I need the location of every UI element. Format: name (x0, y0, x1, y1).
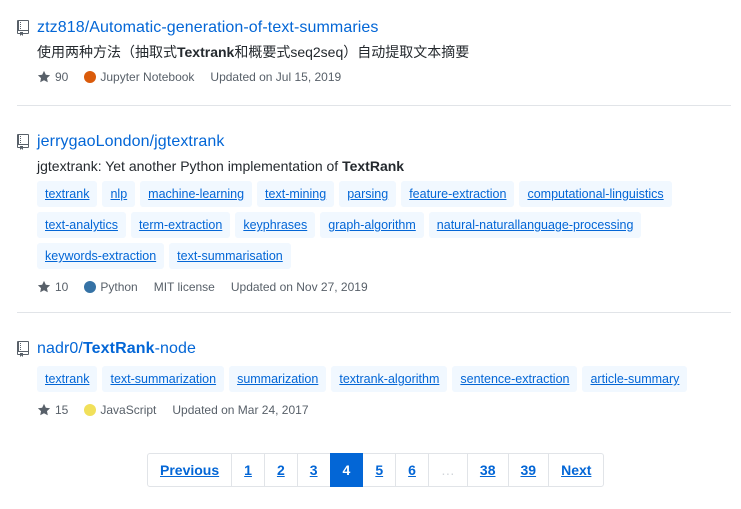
repo-updated: Updated on Nov 27, 2019 (230, 280, 368, 294)
repo-item: nadr0/TextRank-node textrank text-summar… (17, 339, 731, 419)
topic-tag[interactable]: feature-extraction (401, 181, 515, 207)
repo-link[interactable]: nadr0/TextRank-node (37, 340, 196, 358)
page-link-3[interactable]: 3 (296, 453, 331, 487)
star-icon (37, 403, 51, 416)
repo-meta: 90 Jupyter Notebook Updated on Jul 15, 2… (37, 68, 731, 86)
topic-tag[interactable]: nlp (102, 181, 136, 207)
topic-tag[interactable]: textrank (37, 366, 98, 392)
repo-stars[interactable]: 90 (37, 70, 68, 84)
repo-language: JavaScript (84, 403, 156, 417)
repo-title-line: jerrygaoLondon/jgtextrank (17, 132, 731, 152)
repo-link[interactable]: ztz818/Automatic-generation-of-text-summ… (37, 19, 379, 37)
topic-tag[interactable]: graph-algorithm (320, 212, 424, 238)
repo-icon (17, 134, 29, 150)
repo-description: 使用两种方法（抽取式Textrank和概要式seq2seq）自动提取文本摘要 (37, 44, 470, 60)
repo-meta: 10 Python MIT license Updated on Nov 27,… (37, 278, 731, 296)
topic-list: textrank text-summarization summarizatio… (37, 366, 727, 397)
page-link-5[interactable]: 5 (362, 453, 397, 487)
pagination: Previous 1 2 3 4 5 6 … 38 39 Next (147, 453, 605, 487)
repo-title-line: nadr0/TextRank-node (17, 339, 731, 359)
next-page-button[interactable]: Next (548, 453, 605, 487)
repo-stars[interactable]: 15 (37, 403, 68, 417)
repo-title-line: ztz818/Automatic-generation-of-text-summ… (17, 18, 731, 38)
repo-item: jerrygaoLondon/jgtextrank jgtextrank: Ye… (17, 132, 731, 296)
repo-icon (17, 20, 29, 36)
repo-description: jgtextrank: Yet another Python implement… (37, 158, 405, 174)
topic-tag[interactable]: machine-learning (140, 181, 253, 207)
topic-tag[interactable]: textrank (37, 181, 98, 207)
topic-tag[interactable]: term-extraction (130, 212, 231, 238)
topic-tag[interactable]: keyphrases (235, 212, 316, 238)
pagination-gap: … (427, 453, 468, 487)
topic-tag[interactable]: text-mining (257, 181, 335, 207)
topic-tag[interactable]: keywords-extraction (37, 243, 165, 269)
language-color-dot (84, 281, 97, 293)
language-color-dot (84, 71, 97, 83)
topic-tag[interactable]: summarization (229, 366, 327, 392)
current-page: 4 (329, 453, 364, 487)
repo-meta: 15 JavaScript Updated on Mar 24, 2017 (37, 401, 731, 419)
page-link-6[interactable]: 6 (395, 453, 429, 487)
topic-tag[interactable]: computational-linguistics (519, 181, 672, 207)
page-link-39[interactable]: 39 (507, 453, 550, 487)
star-icon (37, 70, 51, 83)
previous-page-button[interactable]: Previous (147, 453, 233, 487)
topic-tag[interactable]: text-summarisation (169, 243, 291, 269)
topic-tag[interactable]: text-summarization (102, 366, 225, 392)
topic-tag[interactable]: text-analytics (37, 212, 126, 238)
page-link-38[interactable]: 38 (466, 453, 509, 487)
repo-link[interactable]: jerrygaoLondon/jgtextrank (37, 133, 225, 151)
repo-icon (17, 341, 29, 357)
repo-stars[interactable]: 10 (37, 280, 68, 294)
topic-tag[interactable]: textrank-algorithm (331, 366, 448, 392)
repo-language: Jupyter Notebook (84, 70, 194, 84)
page-link-2[interactable]: 2 (263, 453, 298, 487)
repo-license: MIT license (153, 280, 215, 294)
topic-tag[interactable]: article-summary (582, 366, 688, 392)
repo-updated: Updated on Jul 15, 2019 (210, 70, 342, 84)
divider (17, 105, 731, 106)
topic-tag[interactable]: parsing (339, 181, 397, 207)
repo-updated: Updated on Mar 24, 2017 (172, 403, 309, 417)
language-color-dot (84, 404, 97, 416)
repo-language: Python (84, 280, 138, 294)
page-link-1[interactable]: 1 (231, 453, 265, 487)
star-icon (37, 280, 51, 293)
divider (17, 312, 731, 313)
repo-item: ztz818/Automatic-generation-of-text-summ… (17, 18, 731, 86)
topic-list: textrank nlp machine-learning text-minin… (37, 181, 727, 274)
topic-tag[interactable]: natural-naturallanguage-processing (428, 212, 642, 238)
topic-tag[interactable]: sentence-extraction (452, 366, 578, 392)
